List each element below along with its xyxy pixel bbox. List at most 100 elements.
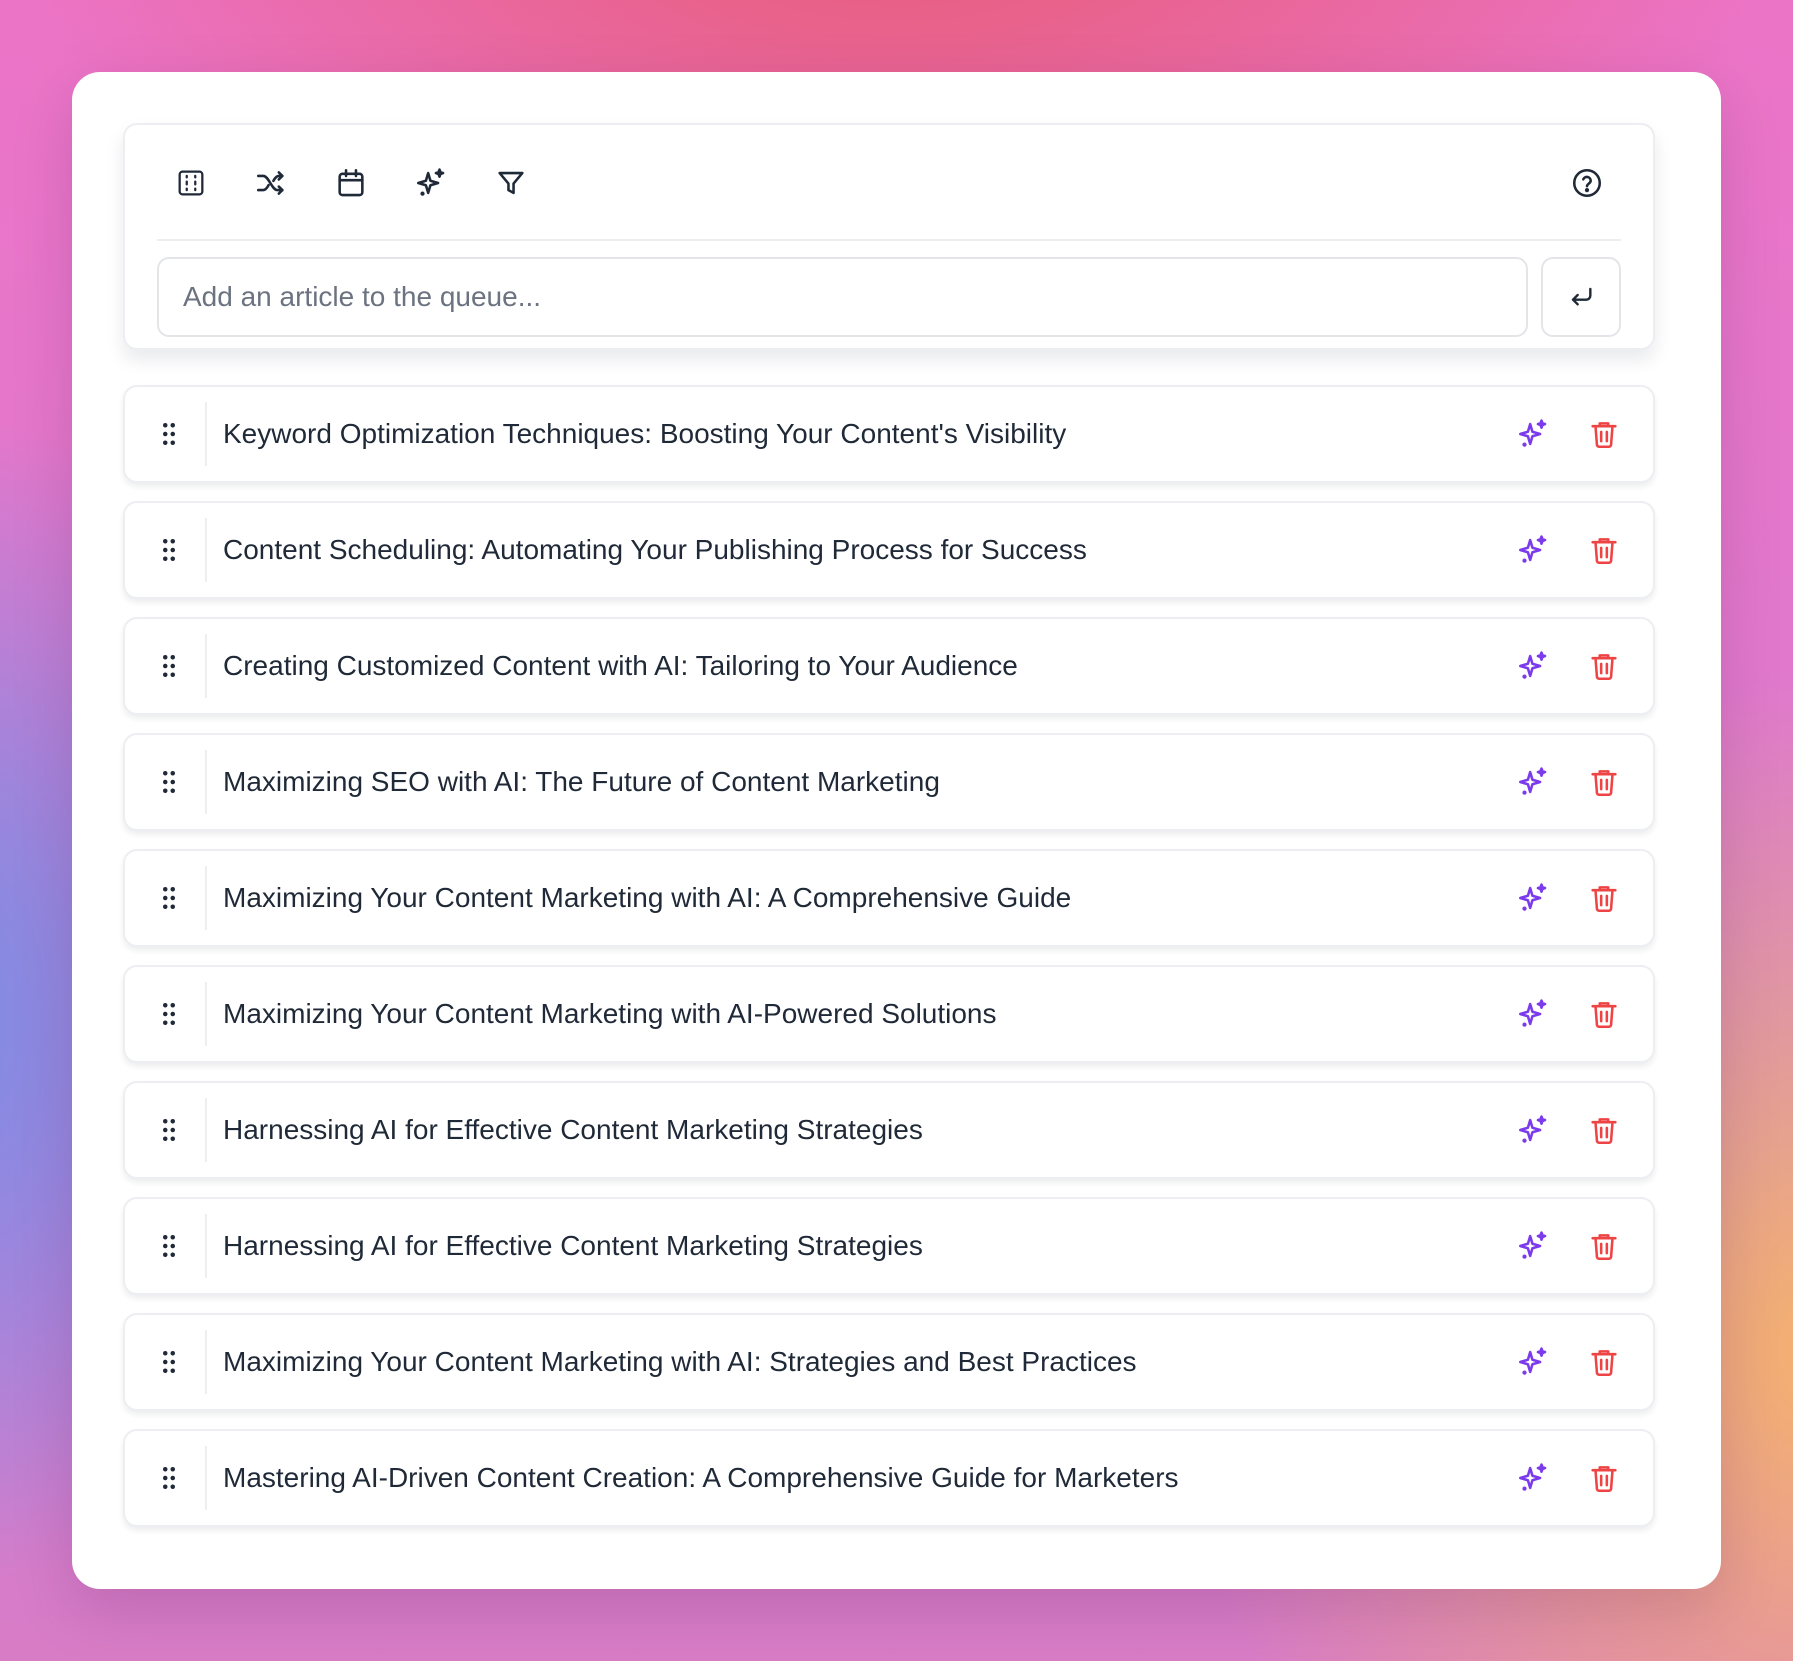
drag-handle[interactable]	[151, 532, 187, 568]
table-view-button[interactable]	[168, 160, 214, 206]
ai-generate-article-button[interactable]	[1513, 878, 1553, 918]
article-title: Maximizing SEO with AI: The Future of Co…	[223, 766, 940, 797]
trash-icon	[1591, 654, 1617, 681]
queue-item: Harnessing AI for Effective Content Mark…	[123, 1197, 1655, 1295]
grip-vertical-icon	[163, 771, 175, 793]
grip-vertical-icon	[163, 1119, 175, 1141]
delete-article-button[interactable]	[1584, 414, 1624, 454]
drag-handle[interactable]	[151, 1112, 187, 1148]
trash-icon	[1591, 538, 1617, 565]
ai-generate-article-button[interactable]	[1513, 994, 1553, 1034]
article-title: Keyword Optimization Techniques: Boostin…	[223, 418, 1067, 449]
item-divider	[205, 1446, 207, 1510]
article-title: Harnessing AI for Effective Content Mark…	[223, 1114, 923, 1145]
article-queue: Keyword Optimization Techniques: Boostin…	[123, 385, 1655, 1545]
delete-article-button[interactable]	[1584, 530, 1624, 570]
help-circle-icon	[1572, 168, 1602, 198]
drag-handle[interactable]	[151, 416, 187, 452]
ai-generate-article-button[interactable]	[1513, 762, 1553, 802]
article-title: Content Scheduling: Automating Your Publ…	[223, 534, 1087, 565]
sparkles-icon	[1518, 883, 1547, 911]
queue-item: Keyword Optimization Techniques: Boostin…	[123, 385, 1655, 483]
drag-handle[interactable]	[151, 1344, 187, 1380]
delete-article-button[interactable]	[1584, 878, 1624, 918]
shuffle-icon	[256, 171, 284, 195]
queue-item: Maximizing Your Content Marketing with A…	[123, 965, 1655, 1063]
trash-icon	[1591, 886, 1617, 913]
sparkles-icon	[1518, 1115, 1547, 1143]
item-divider	[205, 866, 207, 930]
ai-generate-article-button[interactable]	[1513, 1342, 1553, 1382]
sparkles-icon	[1518, 1231, 1547, 1259]
filter-icon	[498, 171, 524, 195]
ai-generate-article-button[interactable]	[1513, 1458, 1553, 1498]
sparkles-icon	[1518, 1463, 1547, 1491]
delete-article-button[interactable]	[1584, 1226, 1624, 1266]
ai-generate-article-button[interactable]	[1513, 1110, 1553, 1150]
queue-item: Maximizing SEO with AI: The Future of Co…	[123, 733, 1655, 831]
grip-vertical-icon	[163, 1351, 175, 1373]
help-button[interactable]	[1564, 160, 1610, 206]
grip-vertical-icon	[163, 655, 175, 677]
item-divider	[205, 518, 207, 582]
table-icon	[178, 170, 204, 196]
item-divider	[205, 1330, 207, 1394]
toolbar	[157, 125, 1621, 241]
sparkles-icon	[1518, 1347, 1547, 1375]
item-divider	[205, 1098, 207, 1162]
article-title: Maximizing Your Content Marketing with A…	[223, 998, 997, 1029]
drag-handle[interactable]	[151, 1228, 187, 1264]
delete-article-button[interactable]	[1584, 646, 1624, 686]
filter-button[interactable]	[488, 160, 534, 206]
article-title: Harnessing AI for Effective Content Mark…	[223, 1230, 923, 1261]
drag-handle[interactable]	[151, 1460, 187, 1496]
trash-icon	[1591, 1350, 1617, 1377]
trash-icon	[1591, 1234, 1617, 1261]
delete-article-button[interactable]	[1584, 1458, 1624, 1498]
item-divider	[205, 1214, 207, 1278]
drag-handle[interactable]	[151, 996, 187, 1032]
queue-submit-button[interactable]	[1541, 257, 1621, 337]
delete-article-button[interactable]	[1584, 1110, 1624, 1150]
calendar-button[interactable]	[328, 160, 374, 206]
item-divider	[205, 982, 207, 1046]
grip-vertical-icon	[163, 887, 175, 909]
queue-item: Creating Customized Content with AI: Tai…	[123, 617, 1655, 715]
delete-article-button[interactable]	[1584, 762, 1624, 802]
article-title: Maximizing Your Content Marketing with A…	[223, 882, 1072, 913]
delete-article-button[interactable]	[1584, 1342, 1624, 1382]
ai-generate-article-button[interactable]	[1513, 414, 1553, 454]
queue-item: Harnessing AI for Effective Content Mark…	[123, 1081, 1655, 1179]
enter-icon	[1571, 287, 1592, 306]
grip-vertical-icon	[163, 1235, 175, 1257]
item-divider	[205, 402, 207, 466]
sparkles-icon	[1518, 999, 1547, 1027]
shuffle-button[interactable]	[248, 160, 294, 206]
sparkles-icon	[1518, 419, 1547, 447]
calendar-icon	[338, 168, 364, 197]
ai-generate-article-button[interactable]	[1513, 1226, 1553, 1266]
ai-generate-article-button[interactable]	[1513, 646, 1553, 686]
ai-generate-article-button[interactable]	[1513, 530, 1553, 570]
queue-item: Mastering AI-Driven Content Creation: A …	[123, 1429, 1655, 1527]
queue-item: Maximizing Your Content Marketing with A…	[123, 849, 1655, 947]
queue-input[interactable]	[157, 257, 1528, 337]
drag-handle[interactable]	[151, 880, 187, 916]
delete-article-button[interactable]	[1584, 994, 1624, 1034]
trash-icon	[1591, 1118, 1617, 1145]
drag-handle[interactable]	[151, 764, 187, 800]
drag-handle[interactable]	[151, 648, 187, 684]
sparkles-icon	[1518, 535, 1547, 563]
grip-vertical-icon	[163, 423, 175, 445]
article-title: Creating Customized Content with AI: Tai…	[223, 650, 1018, 681]
grip-vertical-icon	[163, 1003, 175, 1025]
queue-item: Content Scheduling: Automating Your Publ…	[123, 501, 1655, 599]
grip-vertical-icon	[163, 539, 175, 561]
ai-generate-button[interactable]	[408, 160, 454, 206]
item-divider	[205, 750, 207, 814]
queue-input-row	[157, 257, 1621, 337]
item-divider	[205, 634, 207, 698]
trash-icon	[1591, 770, 1617, 797]
trash-icon	[1591, 422, 1617, 449]
article-title: Mastering AI-Driven Content Creation: A …	[223, 1462, 1179, 1493]
